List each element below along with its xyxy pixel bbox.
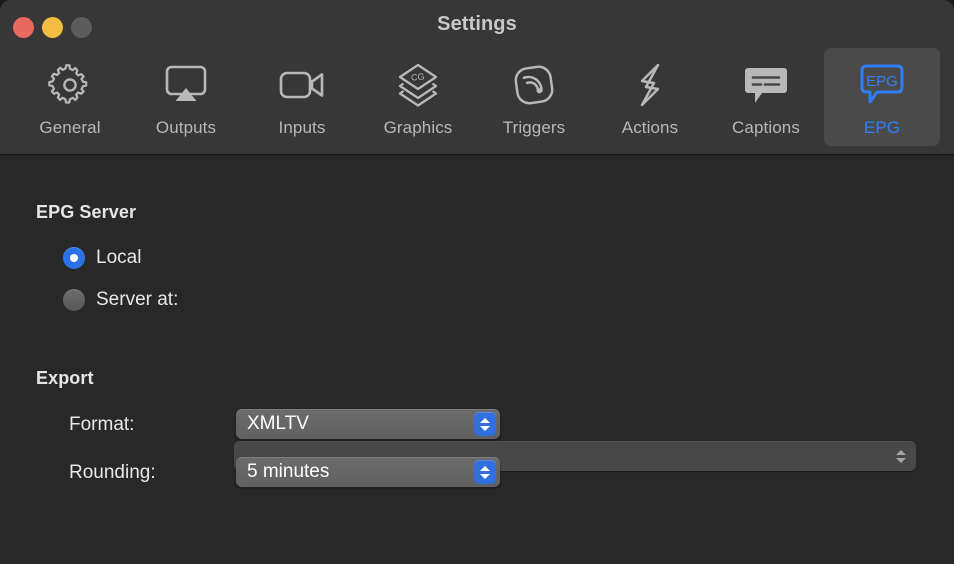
rounding-popup-button[interactable]: 5 minutes [236,457,500,487]
chevron-updown-icon[interactable] [474,412,496,436]
layers-cg-icon: CG [394,58,442,112]
tab-triggers-label: Triggers [502,118,566,137]
window-title: Settings [437,13,517,35]
airplay-icon [162,58,210,112]
settings-tab-bar: General Outputs Inputs CG Graphics Trigg… [12,48,942,148]
radio-server-at[interactable] [63,289,85,311]
tab-captions-label: Captions [732,118,800,137]
export-section-title: Export [36,368,94,388]
chevron-updown-icon[interactable] [474,460,496,484]
epg-server-remote-option[interactable]: Server at: [63,289,178,311]
radio-server-at-label: Server at: [96,289,179,310]
tab-epg-label: EPG [863,118,901,137]
radio-local[interactable] [63,247,85,269]
tab-general[interactable]: General [12,48,128,146]
format-popup-button[interactable]: XMLTV [236,409,500,439]
video-camera-icon [277,58,327,112]
tab-captions[interactable]: Captions [708,48,824,146]
gear-icon [47,58,93,112]
radio-local-label: Local [96,247,142,268]
epg-server-local-option[interactable]: Local [63,247,141,269]
tab-inputs[interactable]: Inputs [244,48,360,146]
tab-graphics-label: Graphics [383,118,453,137]
caption-bubble-icon [742,58,790,112]
settings-content-panel: EPG Server Local Server at: Export Forma… [0,156,954,564]
tab-outputs-label: Outputs [155,118,217,137]
svg-text:EPG: EPG [866,73,898,90]
tab-triggers[interactable]: Triggers [476,48,592,146]
stepper-icon[interactable] [894,446,908,466]
tab-actions[interactable]: Actions [592,48,708,146]
epg-bubble-icon: EPG [857,58,907,112]
window-toolbar: Settings General Outputs Inputs CG Graph… [0,0,954,155]
tab-actions-label: Actions [621,118,679,137]
tab-inputs-label: Inputs [278,118,326,137]
tab-epg[interactable]: EPG EPG [824,48,940,146]
format-label: Format: [69,414,135,435]
tab-outputs[interactable]: Outputs [128,48,244,146]
epg-server-section-title: EPG Server [36,202,137,222]
export-rounding-row: Rounding: [69,462,156,484]
format-popup-value: XMLTV [247,413,309,434]
svg-text:CG: CG [411,71,425,82]
signal-waves-icon [511,58,557,112]
rounding-popup-value: 5 minutes [247,461,330,482]
tab-general-label: General [39,118,101,137]
settings-window: Settings General Outputs Inputs CG Graph… [0,0,954,564]
tab-graphics[interactable]: CG Graphics [360,48,476,146]
export-format-row: Format: [69,414,134,436]
rounding-label: Rounding: [69,462,156,483]
lightning-bolt-icon [628,58,672,112]
